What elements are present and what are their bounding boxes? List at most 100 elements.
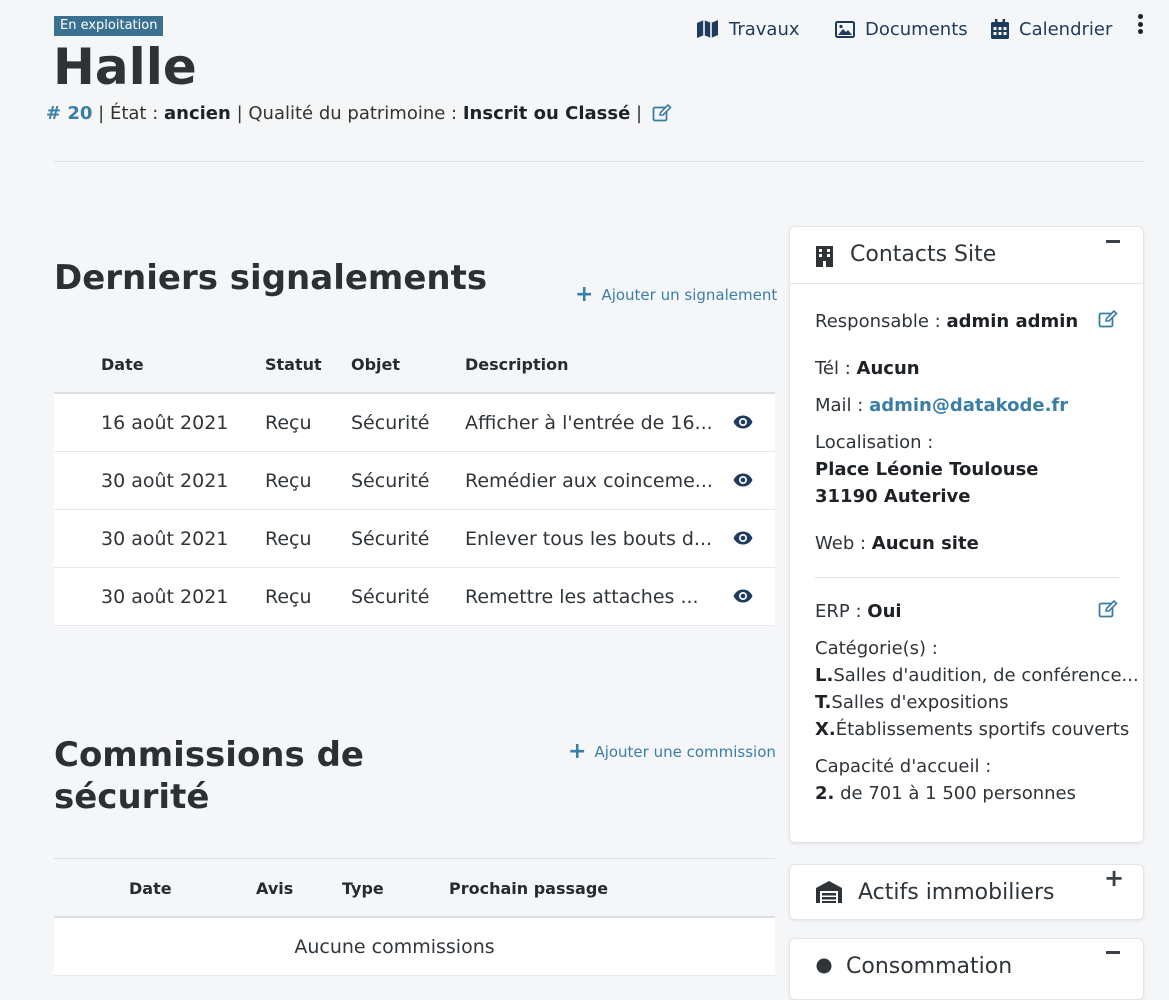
- commissions-title-line1: Commissions de: [54, 735, 364, 775]
- responsable-label: Responsable :: [815, 311, 941, 332]
- qualite-value: Inscrit ou Classé: [462, 103, 631, 124]
- category-item: T.Salles d'expositions: [815, 692, 1009, 713]
- column-header[interactable]: Description: [465, 336, 733, 394]
- add-commission-label: Ajouter une commission: [594, 743, 776, 761]
- responsable-value: admin admin: [946, 311, 1079, 332]
- commissions-title: Commissions de sécurité: [54, 734, 364, 818]
- tel-line: Tél : Aucun: [815, 358, 920, 379]
- mail-line: Mail : admin@datakode.fr: [815, 395, 1068, 416]
- map-icon: [697, 20, 718, 38]
- row-objet: Sécurité: [351, 509, 465, 568]
- column-header[interactable]: Objet: [351, 336, 465, 394]
- column-header[interactable]: Prochain passage: [449, 860, 775, 918]
- capacite-value: 2. de 701 à 1 500 personnes: [815, 783, 1076, 804]
- consommation-card[interactable]: Consommation: [789, 938, 1144, 1000]
- row-date: 30 août 2021: [101, 509, 265, 568]
- row-date: 30 août 2021: [101, 567, 265, 626]
- table-row[interactable]: 16 août 2021 Reçu Sécurité Afficher à l'…: [54, 393, 775, 452]
- row-objet: Sécurité: [351, 567, 465, 626]
- tel-label: Tél :: [815, 358, 851, 379]
- table-row: Aucune commissions: [54, 917, 775, 976]
- more-options-icon[interactable]: [1136, 14, 1144, 36]
- commissions-table: Date Avis Type Prochain passage Aucune c…: [54, 860, 775, 976]
- row-objet: Sécurité: [351, 451, 465, 510]
- contacts-card-header[interactable]: Contacts Site: [790, 227, 1143, 284]
- calendar-icon: [991, 19, 1009, 39]
- eye-icon[interactable]: [733, 412, 753, 434]
- categories-label: Catégorie(s) :: [815, 638, 938, 659]
- meta-separator: |: [98, 103, 105, 124]
- plus-icon: +: [568, 739, 587, 764]
- consommation-card-title: Consommation: [846, 954, 1013, 979]
- add-commission-button[interactable]: + Ajouter une commission: [568, 741, 776, 763]
- eye-icon[interactable]: [733, 586, 753, 608]
- category-item: L.Salles d'audition, de conférence...: [815, 665, 1139, 686]
- table-row[interactable]: 30 août 2021 Reçu Sécurité Enlever tous …: [54, 509, 775, 568]
- qualite-label: Qualité du patrimoine :: [248, 103, 458, 124]
- etat-label: État :: [109, 103, 159, 124]
- edit-icon[interactable]: [1098, 600, 1118, 618]
- collapse-icon[interactable]: [1106, 951, 1120, 954]
- meta-separator: |: [636, 103, 643, 124]
- signalements-title: Derniers signalements: [54, 258, 488, 298]
- localisation-label: Localisation :: [815, 432, 934, 453]
- erp-value: Oui: [867, 601, 902, 622]
- plus-icon: +: [575, 282, 594, 307]
- erp-label: ERP :: [815, 601, 862, 622]
- edit-icon[interactable]: [1098, 310, 1118, 328]
- row-description: Remettre les attaches ...: [465, 567, 733, 626]
- contacts-card-title: Contacts Site: [850, 242, 997, 267]
- row-date: 16 août 2021: [101, 393, 265, 452]
- edit-icon[interactable]: [652, 103, 672, 127]
- capacite-label: Capacité d'accueil :: [815, 756, 992, 777]
- meta-separator: |: [236, 103, 243, 124]
- expand-icon[interactable]: +: [1104, 866, 1124, 890]
- web-value: Aucun site: [871, 533, 979, 554]
- web-label: Web :: [815, 533, 867, 554]
- warehouse-icon: [816, 881, 842, 903]
- responsable-line: Responsable : admin admin: [815, 311, 1078, 332]
- nav-documents-label: Documents: [865, 18, 968, 40]
- row-description: Afficher à l'entrée de 16...: [465, 393, 733, 452]
- building-icon: [816, 246, 833, 267]
- image-icon: [835, 20, 855, 38]
- column-header[interactable]: Type: [342, 860, 449, 918]
- etat-value: ancien: [164, 103, 231, 124]
- contacts-divider: [815, 577, 1119, 578]
- column-header[interactable]: Date: [129, 860, 256, 918]
- commissions-divider: [54, 858, 775, 859]
- row-objet: Sécurité: [351, 393, 465, 452]
- nav-calendrier[interactable]: Calendrier: [991, 16, 1112, 42]
- row-date: 30 août 2021: [101, 451, 265, 510]
- table-row[interactable]: 30 août 2021 Reçu Sécurité Remettre les …: [54, 567, 775, 626]
- row-description: Remédier aux coinceme...: [465, 451, 733, 510]
- web-line: Web : Aucun site: [815, 533, 979, 554]
- column-header[interactable]: Avis: [256, 860, 342, 918]
- collapse-icon[interactable]: [1106, 240, 1120, 243]
- nav-calendrier-label: Calendrier: [1019, 18, 1113, 40]
- row-description: Enlever tous les bouts d...: [465, 509, 733, 568]
- actifs-card[interactable]: Actifs immobiliers +: [789, 864, 1144, 920]
- column-header[interactable]: Date: [101, 336, 265, 394]
- table-header-row: Date Avis Type Prochain passage: [54, 860, 775, 918]
- signalements-table: Date Statut Objet Description 16 août 20…: [54, 336, 775, 626]
- table-row[interactable]: 30 août 2021 Reçu Sécurité Remédier aux …: [54, 451, 775, 510]
- address-line1: Place Léonie Toulouse: [815, 459, 1039, 480]
- mail-label: Mail :: [815, 395, 864, 416]
- nav-documents[interactable]: Documents: [835, 16, 968, 42]
- add-signalement-button[interactable]: + Ajouter un signalement: [575, 284, 777, 306]
- site-number[interactable]: # 20: [46, 103, 92, 124]
- header-divider: [54, 161, 1144, 162]
- nav-travaux[interactable]: Travaux: [697, 16, 800, 42]
- row-statut: Reçu: [265, 393, 351, 452]
- column-header[interactable]: Statut: [265, 336, 351, 394]
- address-line2: 31190 Auterive: [815, 486, 971, 507]
- empty-message: Aucune commissions: [54, 917, 775, 976]
- eye-icon[interactable]: [733, 528, 753, 550]
- row-statut: Reçu: [265, 451, 351, 510]
- eye-icon[interactable]: [733, 470, 753, 492]
- mail-link[interactable]: admin@datakode.fr: [869, 395, 1068, 416]
- erp-line: ERP : Oui: [815, 601, 902, 622]
- nav-travaux-label: Travaux: [729, 18, 800, 40]
- category-item: X.Établissements sportifs couverts: [815, 719, 1130, 740]
